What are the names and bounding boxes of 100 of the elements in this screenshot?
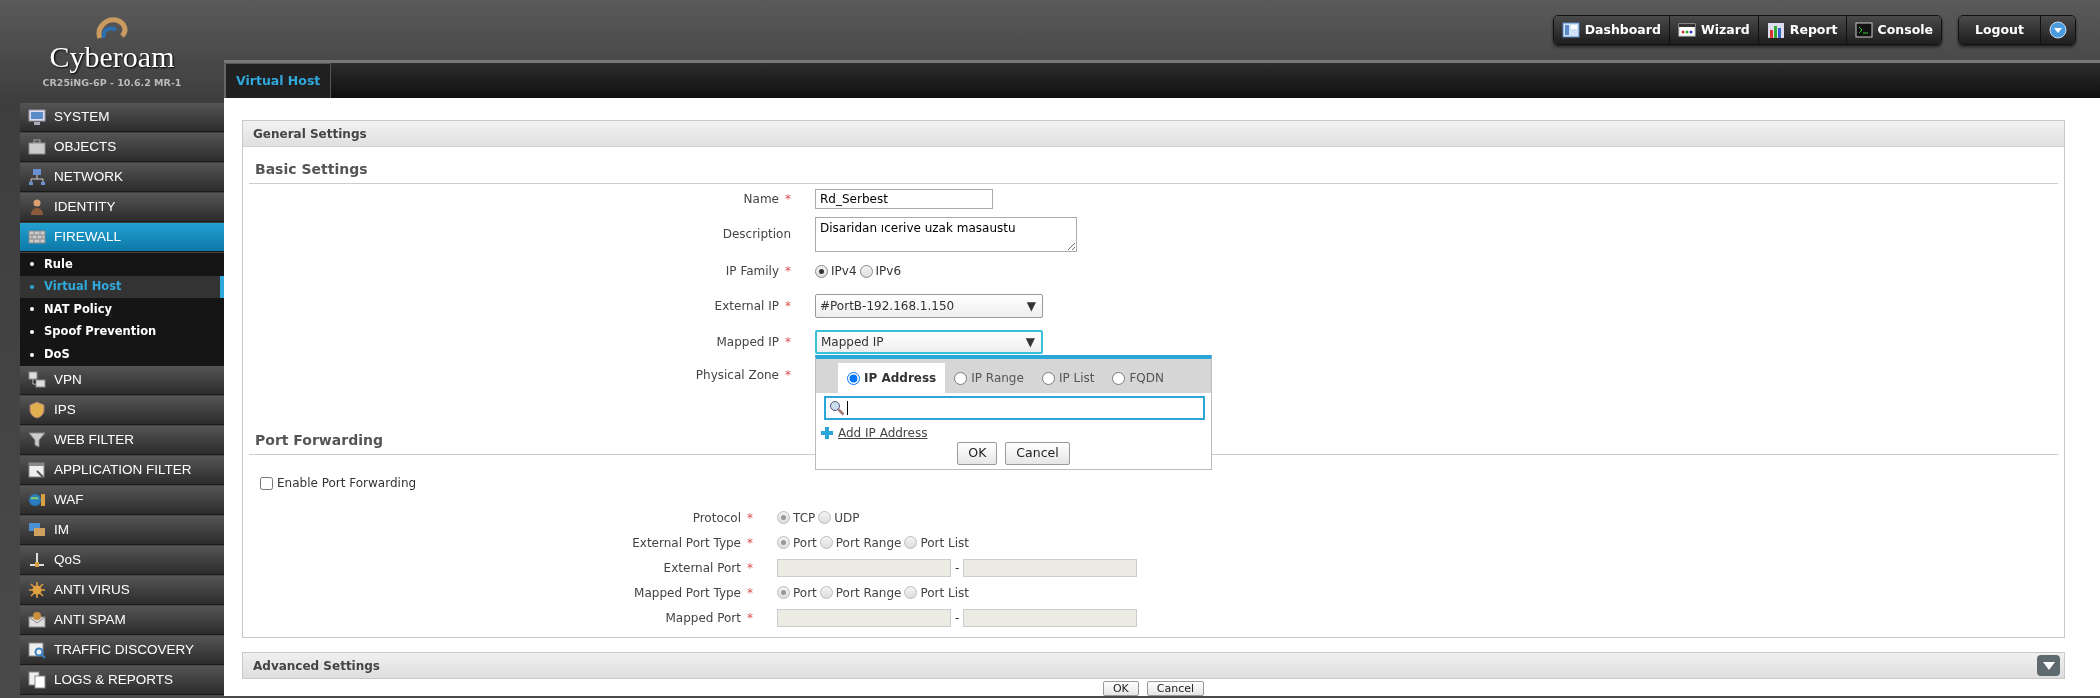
sidebar-item[interactable]: OBJECTS <box>20 133 224 162</box>
documents-icon <box>28 670 46 689</box>
virus-icon <box>28 580 46 599</box>
sidebar-item[interactable]: QoS <box>20 545 224 575</box>
field-label: Name <box>743 191 779 208</box>
checkbox-label: Enable Port Forwarding <box>277 475 417 492</box>
add-link[interactable]: Add IP Address <box>838 424 928 442</box>
form-button[interactable]: OK <box>1102 681 1139 696</box>
submenu-item[interactable]: Rule <box>20 253 224 276</box>
bar-chart-icon <box>1766 21 1785 39</box>
sidebar-item[interactable]: LOGS & REPORTS <box>20 665 224 695</box>
brick-wall-icon <box>28 228 46 246</box>
magnifier-icon <box>28 640 46 659</box>
option-label: IPv4 <box>831 263 857 280</box>
sidebar-item[interactable]: IDENTITY <box>20 193 224 222</box>
radio-button[interactable] <box>859 264 873 278</box>
person-icon <box>28 198 46 216</box>
field-label: External Port Type <box>632 534 741 552</box>
option-label: UDP <box>834 509 860 527</box>
sidebar-item[interactable]: TRAFFIC DISCOVERY <box>20 635 224 665</box>
panel-title: Advanced Settings <box>253 657 380 675</box>
dropdown[interactable]: Mapped IP ▼ <box>815 330 1043 354</box>
field-label: Mapped IP <box>716 334 779 351</box>
required-asterisk: * <box>785 263 791 280</box>
option-label: Port List <box>920 534 970 552</box>
dialog-button[interactable]: Cancel <box>1005 442 1070 465</box>
swirl-icon <box>94 15 130 42</box>
dropdown[interactable]: #PortB-192.168.1.150 ▼ <box>815 294 1043 318</box>
sidebar-item[interactable]: SYSTEM <box>20 103 224 132</box>
briefcase-icon <box>28 138 46 156</box>
submenu-item[interactable]: Spoof Prevention <box>20 320 224 344</box>
option-label: TCP <box>793 509 816 527</box>
header-button[interactable]: Console <box>1846 16 1942 44</box>
dialog-button[interactable]: OK <box>957 442 998 465</box>
range-separator: - <box>955 609 960 627</box>
required-asterisk: * <box>747 509 753 527</box>
section-heading: Basic Settings <box>249 159 2058 184</box>
option-label: IPv6 <box>875 263 902 280</box>
radio-button[interactable] <box>815 264 828 278</box>
sidebar-item[interactable]: IM <box>20 515 224 545</box>
option-label: Port Range <box>835 584 902 602</box>
plus-icon <box>820 426 834 440</box>
sidebar-item[interactable]: ANTI VIRUS <box>20 575 224 605</box>
window-icon <box>28 460 46 479</box>
sidebar-item[interactable]: WAF <box>20 485 224 515</box>
field-label: External Port <box>663 559 741 577</box>
shield-icon <box>28 400 46 419</box>
radio-button[interactable] <box>1112 371 1126 385</box>
description-field[interactable]: Disaridan ıcerive uzak masaustu <box>815 216 1077 252</box>
logo-wordmark: Cyberoam <box>49 41 175 72</box>
tab[interactable]: IP List <box>1032 363 1104 393</box>
antenna-icon <box>28 550 46 569</box>
header-button[interactable]: Report <box>1758 16 1847 44</box>
search-icon <box>829 400 845 416</box>
network-icon <box>28 168 46 186</box>
submenu-item[interactable]: NAT Policy <box>20 298 224 321</box>
required-asterisk: * <box>785 334 791 351</box>
field-label: External IP <box>714 298 779 315</box>
funnel-icon <box>28 430 46 449</box>
text-field[interactable]: Rd_Serbest <box>815 189 993 209</box>
form-button[interactable]: Cancel <box>1146 681 1205 696</box>
tab[interactable]: IP Range <box>945 363 1033 393</box>
field-label: Mapped Port Type <box>634 584 741 602</box>
expand-button[interactable] <box>2037 655 2060 676</box>
chat-icon <box>28 520 46 539</box>
required-asterisk: * <box>785 298 791 315</box>
dashboard-icon <box>1561 21 1580 39</box>
sidebar-item[interactable]: VPN <box>20 365 224 395</box>
terminal-icon <box>1854 21 1873 39</box>
caret-down-icon <box>2049 21 2067 39</box>
option-label: Port List <box>920 584 970 602</box>
sidebar-item[interactable]: WEB FILTER <box>20 425 224 455</box>
window-icon <box>1677 21 1696 39</box>
sidebar-item[interactable]: NETWORK <box>20 163 224 192</box>
monitor-icon <box>28 108 46 126</box>
submenu-item[interactable]: Virtual Host <box>20 275 224 299</box>
sidebar-item[interactable]: IPS <box>20 395 224 425</box>
sidebar-item[interactable]: APPLICATION FILTER <box>20 455 224 485</box>
checkbox[interactable] <box>260 476 273 490</box>
tab[interactable]: IP Address <box>838 363 946 393</box>
menu-dropdown-button[interactable] <box>2041 16 2075 44</box>
radio-button[interactable] <box>847 371 860 385</box>
tab[interactable]: FQDN <box>1103 363 1174 393</box>
field-label: Physical Zone <box>695 367 779 384</box>
header-button[interactable]: Dashboard <box>1553 16 1670 44</box>
sidebar-item[interactable]: ANTI SPAM <box>20 605 224 635</box>
radio-button[interactable] <box>1041 371 1055 385</box>
search-field[interactable] <box>824 396 1205 420</box>
required-asterisk: * <box>785 191 791 208</box>
required-asterisk: * <box>747 584 753 602</box>
required-asterisk: * <box>747 609 753 627</box>
header-button[interactable]: Wizard <box>1669 16 1759 44</box>
submenu-item[interactable]: DoS <box>20 343 224 366</box>
radio-button[interactable] <box>954 371 968 385</box>
required-asterisk: * <box>785 367 791 384</box>
field-label: Protocol <box>692 509 741 527</box>
logout-button[interactable]: Logout <box>1959 16 2041 44</box>
tab[interactable]: Virtual Host <box>224 63 332 98</box>
sidebar-item[interactable]: FIREWALL <box>20 223 224 252</box>
required-asterisk: * <box>747 559 753 577</box>
